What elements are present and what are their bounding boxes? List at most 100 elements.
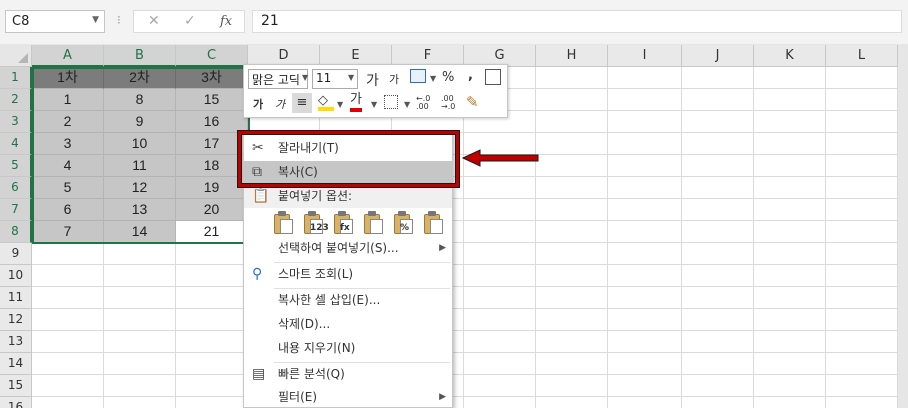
cell-i2[interactable] <box>608 89 682 111</box>
chevron-down-icon[interactable]: ▼ <box>348 73 354 82</box>
cell-a3[interactable]: 2 <box>32 111 104 133</box>
cell-a9[interactable] <box>32 243 104 265</box>
cell-l11[interactable] <box>826 287 898 309</box>
cell-b4[interactable]: 10 <box>104 133 176 155</box>
cell-l9[interactable] <box>826 243 898 265</box>
cell-b8[interactable]: 14 <box>104 221 176 243</box>
name-box[interactable]: C8 ▼ <box>5 10 105 33</box>
cell-a5[interactable]: 4 <box>32 155 104 177</box>
cell-b6[interactable]: 12 <box>104 177 176 199</box>
row-header-10[interactable]: 10 <box>0 265 32 287</box>
cell-c9[interactable] <box>176 243 248 265</box>
cell-b9[interactable] <box>104 243 176 265</box>
cell-i12[interactable] <box>608 309 682 331</box>
cell-b13[interactable] <box>104 331 176 353</box>
cell-i6[interactable] <box>608 177 682 199</box>
cell-c14[interactable] <box>176 353 248 375</box>
menu-item-filter[interactable]: 필터(E) ▶ <box>244 386 452 408</box>
cell-h3[interactable] <box>536 111 608 133</box>
cell-c8[interactable]: 21 <box>176 221 248 243</box>
row-header-2[interactable]: 2 <box>0 89 32 111</box>
grow-font-icon[interactable]: 가 <box>366 70 379 90</box>
row-header-9[interactable]: 9 <box>0 243 32 265</box>
cell-i5[interactable] <box>608 155 682 177</box>
cell-j5[interactable] <box>682 155 754 177</box>
cell-c5[interactable]: 18 <box>176 155 248 177</box>
font-name-box[interactable]: 맑은 고딕 <box>248 69 308 89</box>
cell-j15[interactable] <box>682 375 754 397</box>
row-header-15[interactable]: 15 <box>0 375 32 397</box>
format-painter-icon[interactable]: ✎ <box>466 93 479 111</box>
menu-item-smart-lookup[interactable]: ⚲ 스마트 조회(L) <box>244 263 452 286</box>
row-header-3[interactable]: 3 <box>0 111 32 133</box>
menu-item-clear-contents[interactable]: 내용 지우기(N) <box>244 337 452 360</box>
cell-j6[interactable] <box>682 177 754 199</box>
cell-k15[interactable] <box>754 375 826 397</box>
cell-b5[interactable]: 11 <box>104 155 176 177</box>
chevron-down-icon[interactable]: ▼ <box>92 15 99 25</box>
cell-k5[interactable] <box>754 155 826 177</box>
menu-item-paste-special[interactable]: 선택하여 붙여넣기(S)... ▶ <box>244 237 452 260</box>
cell-b11[interactable] <box>104 287 176 309</box>
paste-option-icon[interactable] <box>274 211 294 235</box>
cell-h11[interactable] <box>536 287 608 309</box>
align-center-icon[interactable]: ≡ <box>292 93 312 113</box>
cell-j13[interactable] <box>682 331 754 353</box>
cell-k2[interactable] <box>754 89 826 111</box>
menu-item-quick-analysis[interactable]: ▤ 빠른 분석(Q) <box>244 363 452 386</box>
paste-option-icon[interactable]: 123 <box>304 211 329 235</box>
cell-c4[interactable]: 17 <box>176 133 248 155</box>
cell-b3[interactable]: 9 <box>104 111 176 133</box>
cell-j14[interactable] <box>682 353 754 375</box>
row-header-7[interactable]: 7 <box>0 199 32 221</box>
cell-h6[interactable] <box>536 177 608 199</box>
cell-k13[interactable] <box>754 331 826 353</box>
column-header-c[interactable]: C <box>176 45 248 67</box>
paste-option-icon[interactable]: fx <box>334 211 354 235</box>
cell-a14[interactable] <box>32 353 104 375</box>
cell-l3[interactable] <box>826 111 898 133</box>
italic-icon[interactable]: 가 <box>275 96 285 112</box>
cell-l8[interactable] <box>826 221 898 243</box>
accounting-format-icon[interactable] <box>410 69 426 83</box>
cell-h15[interactable] <box>536 375 608 397</box>
formula-input[interactable]: 21 <box>252 10 902 33</box>
cell-h9[interactable] <box>536 243 608 265</box>
cell-a12[interactable] <box>32 309 104 331</box>
cell-j11[interactable] <box>682 287 754 309</box>
row-header-16[interactable]: 16 <box>0 397 32 408</box>
row-header-1[interactable]: 1 <box>0 67 32 89</box>
cell-j1[interactable] <box>682 67 754 89</box>
row-header-6[interactable]: 6 <box>0 177 32 199</box>
cell-b14[interactable] <box>104 353 176 375</box>
cell-k6[interactable] <box>754 177 826 199</box>
fill-color-icon[interactable]: ◇ <box>318 93 334 111</box>
row-header-12[interactable]: 12 <box>0 309 32 331</box>
percent-style-icon[interactable]: % <box>442 70 454 85</box>
cell-g13[interactable] <box>464 331 536 353</box>
cell-l1[interactable] <box>826 67 898 89</box>
cell-l7[interactable] <box>826 199 898 221</box>
cell-k9[interactable] <box>754 243 826 265</box>
decrease-decimal-icon[interactable]: .00 →.0 <box>441 95 461 111</box>
cell-h12[interactable] <box>536 309 608 331</box>
cell-a15[interactable] <box>32 375 104 397</box>
cell-k1[interactable] <box>754 67 826 89</box>
cell-b15[interactable] <box>104 375 176 397</box>
cell-k11[interactable] <box>754 287 826 309</box>
cell-g16[interactable] <box>464 397 536 408</box>
more-icon[interactable]: ⁝ <box>117 13 121 27</box>
cell-i1[interactable] <box>608 67 682 89</box>
cell-j8[interactable] <box>682 221 754 243</box>
cell-l2[interactable] <box>826 89 898 111</box>
cell-c15[interactable] <box>176 375 248 397</box>
cell-a7[interactable]: 6 <box>32 199 104 221</box>
cell-g11[interactable] <box>464 287 536 309</box>
column-header-h[interactable]: H <box>536 45 608 67</box>
cell-k14[interactable] <box>754 353 826 375</box>
paste-option-icon[interactable] <box>364 211 384 235</box>
cell-h14[interactable] <box>536 353 608 375</box>
cell-b16[interactable] <box>104 397 176 408</box>
cell-l12[interactable] <box>826 309 898 331</box>
cell-k10[interactable] <box>754 265 826 287</box>
